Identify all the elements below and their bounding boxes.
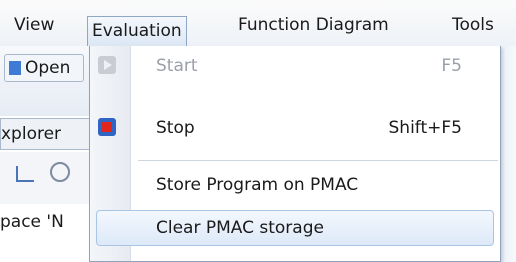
explorer-panel-title: xplorer <box>1 124 62 144</box>
menu-item-clear-storage[interactable]: Clear PMAC storage <box>90 208 500 248</box>
open-icon <box>9 61 21 75</box>
menu-item-shortcut: Shift+F5 <box>388 118 462 138</box>
menu-item-store-program[interactable]: Store Program on PMAC <box>90 165 500 205</box>
explorer-toolbar <box>0 152 92 204</box>
start-icon <box>98 56 116 74</box>
menu-view[interactable]: View <box>14 12 54 38</box>
folder-tool-icon[interactable] <box>16 166 34 182</box>
menu-separator <box>138 160 498 161</box>
background-editor-edge <box>500 46 516 262</box>
explorer-panel-header[interactable]: xplorer <box>0 118 90 150</box>
evaluation-dropdown-menu: Start F5 Stop Shift+F5 Store Program on … <box>89 46 501 262</box>
settings-tool-icon[interactable] <box>50 162 70 182</box>
menu-item-label: Stop <box>156 118 195 138</box>
menu-item-shortcut: F5 <box>441 56 462 76</box>
stop-icon <box>98 118 116 136</box>
menu-item-start[interactable]: Start F5 <box>90 46 500 86</box>
menu-evaluation[interactable]: Evaluation <box>87 16 187 47</box>
open-button[interactable]: Open <box>4 54 84 82</box>
open-label: Open <box>25 58 71 78</box>
menu-item-label: Start <box>156 56 198 76</box>
tree-item[interactable]: pace 'N <box>0 212 92 232</box>
menu-tools[interactable]: Tools <box>452 12 494 38</box>
menu-function-diagram[interactable]: Function Diagram <box>238 12 389 38</box>
menu-bar: View Evaluation Function Diagram Tools <box>0 0 516 47</box>
menu-item-label: Store Program on PMAC <box>156 175 359 195</box>
menu-item-stop[interactable]: Stop Shift+F5 <box>90 108 500 148</box>
menu-item-label: Clear PMAC storage <box>156 218 324 238</box>
